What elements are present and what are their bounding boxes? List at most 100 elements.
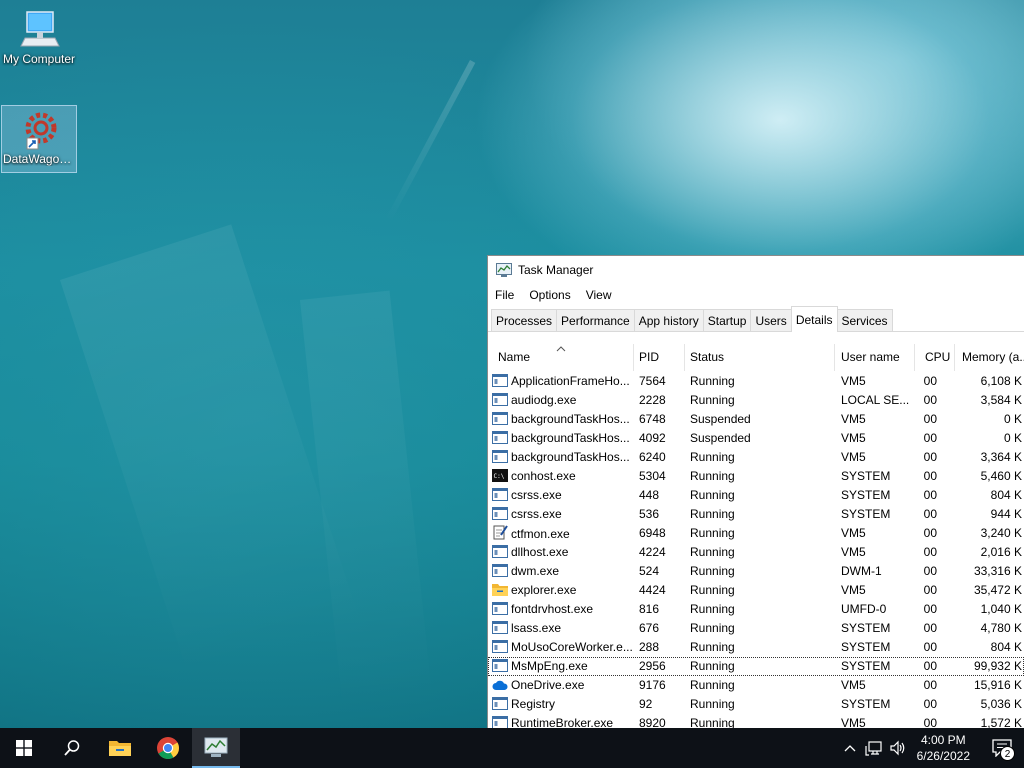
- network-icon[interactable]: [865, 740, 883, 756]
- tab-performance[interactable]: Performance: [556, 309, 635, 331]
- process-cpu-cell: 00: [923, 659, 937, 673]
- process-row[interactable]: C:\ conhost.exe 5304 Running SYSTEM 00 5,460 K: [488, 467, 1024, 486]
- process-name: ctfmon.exe: [511, 527, 570, 541]
- process-row[interactable]: lsass.exe 676 Running SYSTEM 00 4,780 K: [488, 619, 1024, 638]
- title-bar[interactable]: Task Manager: [488, 256, 1024, 284]
- process-name-cell: lsass.exe: [492, 619, 632, 638]
- window-title: Task Manager: [518, 263, 594, 277]
- process-row[interactable]: MsMpEng.exe 2956 Running SYSTEM 00 99,932 K: [488, 657, 1024, 676]
- process-row[interactable]: OneDrive.exe 9176 Running VM5 00 15,916 K: [488, 676, 1024, 695]
- column-header-pid[interactable]: PID: [634, 344, 685, 371]
- menu-file[interactable]: File: [495, 288, 514, 302]
- tab-app-history[interactable]: App history: [633, 309, 704, 331]
- notification-count-badge: 2: [1000, 746, 1015, 761]
- desktop-icon-label: DataWagon...: [3, 152, 76, 166]
- start-button[interactable]: [0, 728, 48, 768]
- tab-services[interactable]: Services: [836, 309, 893, 331]
- menu-view[interactable]: View: [586, 288, 612, 302]
- process-row[interactable]: RuntimeBroker.exe 8920 Running VM5 00 1,572 K: [488, 714, 1024, 728]
- process-row[interactable]: MoUsoCoreWorker.e... 288 Running SYSTEM 00 80…: [488, 638, 1024, 657]
- process-cpu-cell: 00: [923, 545, 937, 559]
- process-name-cell: audiodg.exe: [492, 391, 632, 410]
- column-header-user-name[interactable]: User name: [835, 344, 915, 371]
- process-pid-cell: 6240: [639, 450, 666, 464]
- process-name: conhost.exe: [511, 469, 576, 483]
- process-name-cell: C:\ conhost.exe: [492, 467, 632, 486]
- column-header-status[interactable]: Status: [685, 344, 835, 371]
- process-row[interactable]: csrss.exe 536 Running SYSTEM 00 944 K: [488, 505, 1024, 524]
- tab-details[interactable]: Details: [790, 306, 838, 332]
- process-cpu-cell: 00: [923, 431, 937, 445]
- process-name-cell: backgroundTaskHos...: [492, 410, 632, 429]
- tab-processes[interactable]: Processes: [491, 309, 558, 331]
- task-manager-taskbar-button[interactable]: [192, 728, 240, 768]
- process-pid-cell: 2228: [639, 393, 666, 407]
- process-row[interactable]: dllhost.exe 4224 Running VM5 00 2,016 K: [488, 543, 1024, 562]
- process-cpu-cell: 00: [923, 621, 937, 635]
- desktop-icon-my-computer[interactable]: My Computer: [1, 8, 77, 66]
- file-explorer-button[interactable]: [96, 728, 144, 768]
- process-cpu-cell: 00: [923, 374, 937, 388]
- process-row[interactable]: csrss.exe 448 Running SYSTEM 00 804 K: [488, 486, 1024, 505]
- process-status-cell: Running: [690, 716, 735, 728]
- process-row[interactable]: backgroundTaskHos... 4092 Suspended VM5 00 0 …: [488, 429, 1024, 448]
- process-row[interactable]: ApplicationFrameHo... 7564 Running VM5 00 6,1…: [488, 372, 1024, 391]
- process-name-cell: csrss.exe: [492, 505, 632, 524]
- process-mem-cell: 1,040 K: [980, 602, 1022, 616]
- window-app-icon: [492, 621, 508, 634]
- process-row[interactable]: fontdrvhost.exe 816 Running UMFD-0 00 1,040 K: [488, 600, 1024, 619]
- process-user-cell: VM5: [841, 412, 866, 426]
- process-pid-cell: 8920: [639, 716, 666, 728]
- process-mem-cell: 804 K: [990, 488, 1022, 502]
- process-mem-cell: 944 K: [990, 507, 1022, 521]
- process-pid-cell: 5304: [639, 469, 666, 483]
- menu-options[interactable]: Options: [529, 288, 570, 302]
- chrome-button[interactable]: [144, 728, 192, 768]
- process-mem-cell: 3,584 K: [980, 393, 1022, 407]
- process-name-cell: ApplicationFrameHo...: [492, 372, 632, 391]
- process-name: MsMpEng.exe: [511, 659, 588, 673]
- process-row[interactable]: backgroundTaskHos... 6240 Running VM5 00 3,36…: [488, 448, 1024, 467]
- process-pid-cell: 6748: [639, 412, 666, 426]
- column-header-memory[interactable]: Memory (a...: [955, 344, 1024, 371]
- process-user-cell: UMFD-0: [841, 602, 887, 616]
- process-cpu-cell: 00: [923, 450, 937, 464]
- process-pid-cell: 536: [639, 507, 660, 521]
- chevron-up-icon[interactable]: [843, 743, 857, 753]
- process-name: RuntimeBroker.exe: [511, 716, 614, 728]
- process-name: lsass.exe: [511, 621, 562, 635]
- column-header-cpu[interactable]: CPU: [915, 344, 955, 371]
- tab-strip: Processes Performance App history Startu…: [488, 306, 1024, 332]
- search-button[interactable]: [48, 728, 96, 768]
- process-user-cell: VM5: [841, 583, 866, 597]
- process-pid-cell: 448: [639, 488, 660, 502]
- volume-icon[interactable]: [889, 740, 907, 756]
- column-header-row: Name PID Status User name CPU Memory (a.…: [488, 344, 1024, 371]
- notification-center-button[interactable]: 2: [980, 728, 1024, 768]
- process-row[interactable]: Registry 92 Running SYSTEM 00 5,036 K: [488, 695, 1024, 714]
- process-row[interactable]: ctfmon.exe 6948 Running VM5 00 3,240 K: [488, 524, 1024, 543]
- task-manager-window: Task Manager File Options View Processes…: [487, 255, 1024, 728]
- notepad-icon: [492, 524, 508, 540]
- window-app-icon: [492, 564, 508, 577]
- column-header-name[interactable]: Name: [488, 344, 634, 371]
- process-user-cell: VM5: [841, 526, 866, 540]
- tab-startup[interactable]: Startup: [702, 309, 752, 331]
- clock[interactable]: 4:00 PM 6/26/2022: [917, 732, 970, 764]
- process-cpu-cell: 00: [923, 412, 937, 426]
- process-pid-cell: 816: [639, 602, 660, 616]
- process-row[interactable]: audiodg.exe 2228 Running LOCAL SE... 00 3,584…: [488, 391, 1024, 410]
- process-name: Registry: [511, 697, 556, 711]
- process-status-cell: Suspended: [690, 412, 751, 426]
- tab-users[interactable]: Users: [750, 309, 792, 331]
- process-pid-cell: 4424: [639, 583, 666, 597]
- process-row[interactable]: backgroundTaskHos... 6748 Suspended VM5 00 0 …: [488, 410, 1024, 429]
- process-mem-cell: 33,316 K: [973, 564, 1022, 578]
- process-row[interactable]: explorer.exe 4424 Running VM5 00 35,472 K: [488, 581, 1024, 600]
- svg-text:C:\: C:\: [494, 473, 505, 480]
- process-row[interactable]: dwm.exe 524 Running DWM-1 00 33,316 K: [488, 562, 1024, 581]
- process-user-cell: VM5: [841, 374, 866, 388]
- process-cpu-cell: 00: [923, 583, 937, 597]
- desktop-icon-datawagon[interactable]: DataWagon...: [1, 105, 77, 173]
- cloud-icon: [492, 678, 508, 691]
